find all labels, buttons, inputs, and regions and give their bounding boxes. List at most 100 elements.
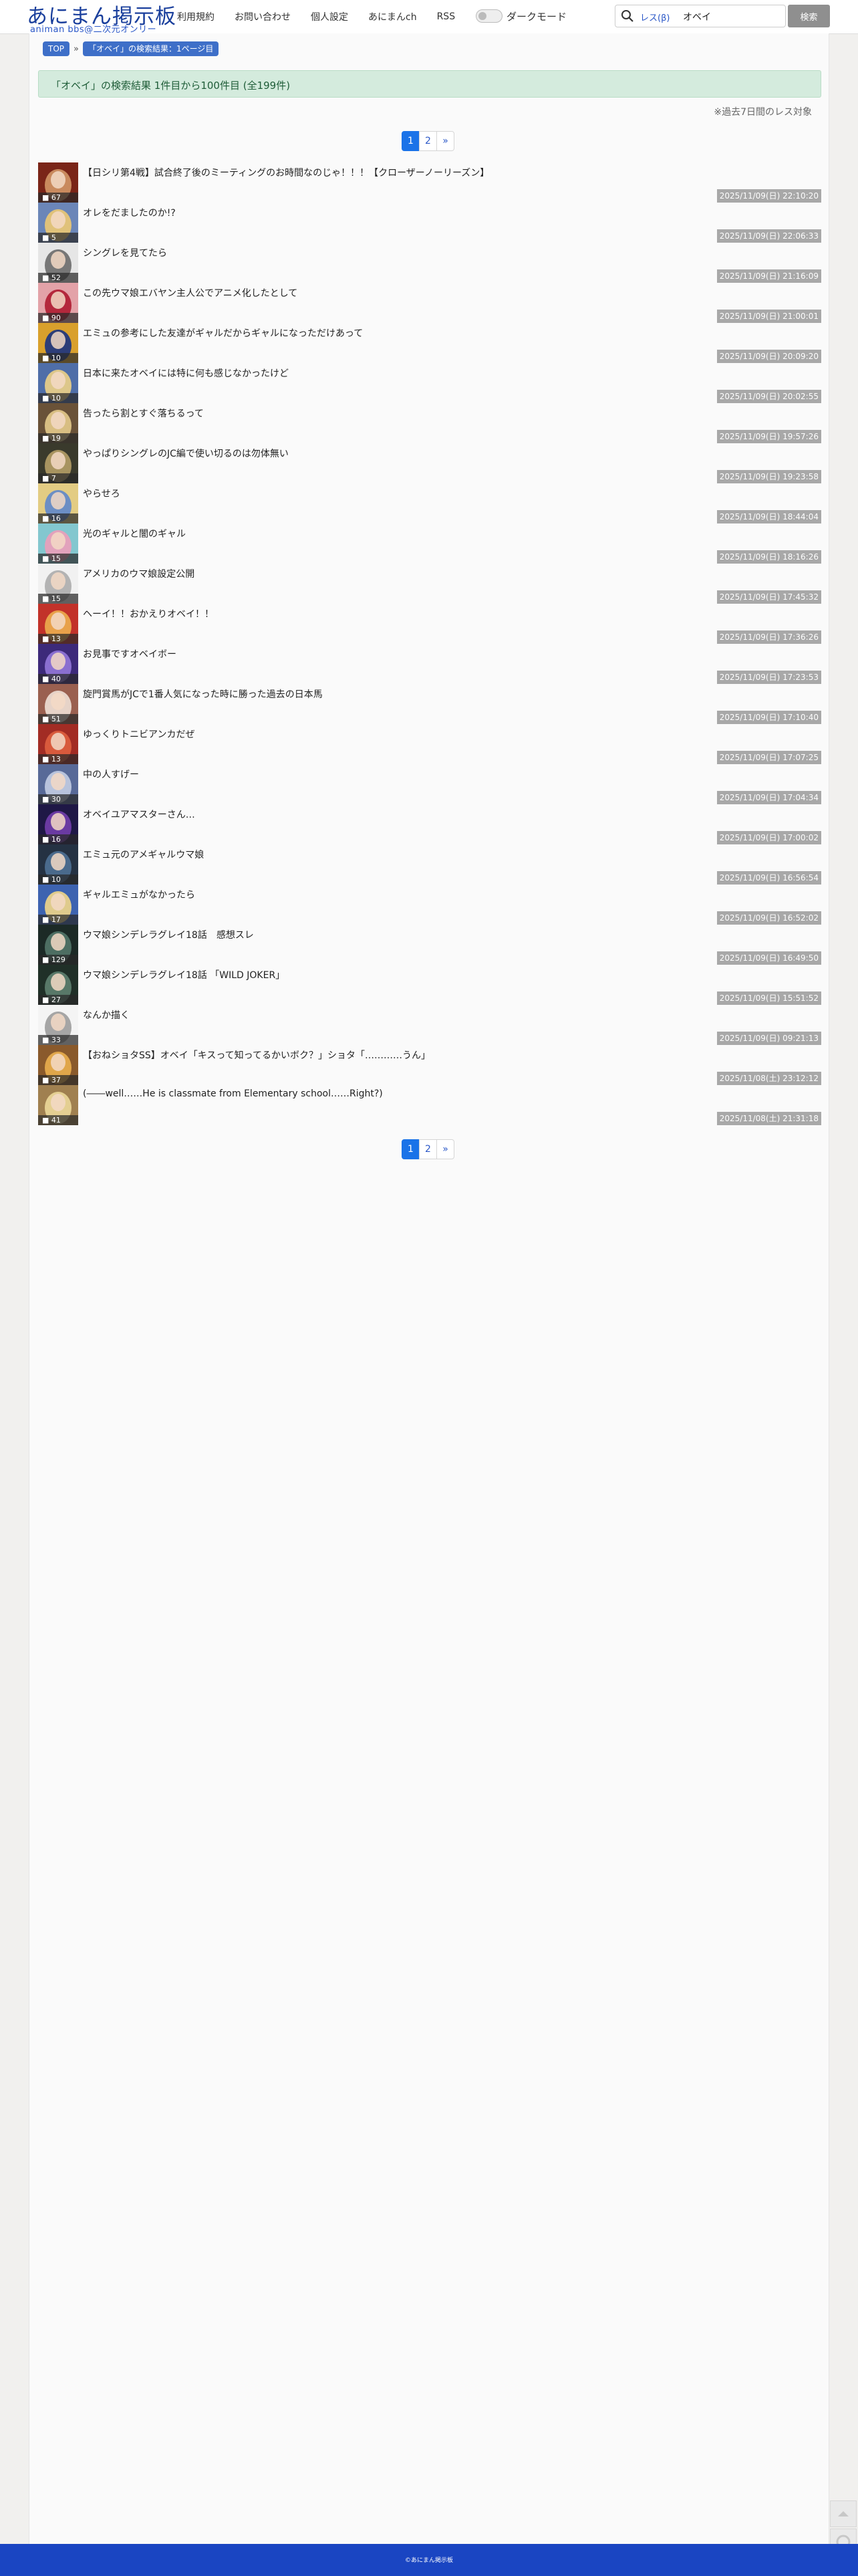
- reply-count: 33: [51, 1036, 61, 1044]
- nav-terms[interactable]: 利用規約: [177, 10, 214, 23]
- next-page-icon[interactable]: »: [436, 131, 454, 151]
- thread-title-link[interactable]: なんか描く: [83, 1008, 130, 1022]
- thread-title-link[interactable]: ヘーイ！！おかえりオベイ！！: [83, 607, 214, 620]
- thread-title-link[interactable]: お見事ですオベイボー: [83, 647, 176, 661]
- thread-thumbnail[interactable]: ■ 52: [38, 243, 78, 283]
- thread-thumbnail[interactable]: ■ 15: [38, 523, 78, 564]
- thread-thumbnail[interactable]: ■ 7: [38, 443, 78, 483]
- search-scope-select[interactable]: レス(β): [640, 11, 670, 23]
- thread-thumbnail[interactable]: ■ 33: [38, 1005, 78, 1045]
- thread-list: ■ 67 【日シリ第4戦】試合終了後のミーティングのお時間なのじゃ！！！【クローザ…: [38, 162, 821, 1125]
- thread-title-link[interactable]: ウマ娘シンデレラグレイ18話 感想スレ: [83, 928, 254, 941]
- reply-count: 15: [51, 554, 61, 563]
- thread-date: 2025/11/09(日) 17:04:34: [716, 791, 821, 804]
- comment-icon: ■: [42, 996, 51, 1004]
- thread-title-link[interactable]: やっぱりシングレのJC編で使い切るのは勿体無い: [83, 447, 289, 460]
- reply-count-badge: ■ 15: [38, 554, 78, 564]
- thread-title-link[interactable]: 日本に来たオベイには特に何も感じなかったけど: [83, 366, 289, 380]
- thread-thumbnail[interactable]: ■ 37: [38, 1045, 78, 1085]
- thread-date: 2025/11/09(日) 20:02:55: [716, 390, 821, 403]
- reply-count: 19: [51, 434, 61, 443]
- thread-thumbnail[interactable]: ■ 13: [38, 604, 78, 644]
- thread-date: 2025/11/09(日) 17:23:53: [716, 671, 821, 684]
- thread-row: ■ 40 お見事ですオベイボー 2025/11/09(日) 17:23:53: [38, 644, 821, 684]
- thread-title-link[interactable]: アメリカのウマ娘設定公開: [83, 567, 194, 580]
- thread-title-link[interactable]: オレをだましたのか!?: [83, 206, 176, 219]
- thread-title-link[interactable]: エミュの参考にした友達がギャルだからギャルになっただけあって: [83, 326, 363, 340]
- comment-icon: ■: [42, 955, 51, 964]
- thread-title-link[interactable]: オベイユアマスターさん…: [83, 808, 195, 821]
- thread-thumbnail[interactable]: ■ 16: [38, 483, 78, 523]
- comment-icon: ■: [42, 1116, 51, 1125]
- thread-thumbnail[interactable]: ■ 90: [38, 283, 78, 323]
- main-content: TOP » 「オベイ」の検索結果：1ページ目 「オベイ」の検索結果 1件目から1…: [29, 33, 829, 2544]
- thread-row: ■ 27 ウマ娘シンデレラグレイ18話 「WILD JOKER」 2025/11/0…: [38, 965, 821, 1005]
- thread-title-link[interactable]: この先ウマ娘エバヤン主人公でアニメ化したとして: [83, 286, 297, 300]
- thread-thumbnail[interactable]: ■ 40: [38, 644, 78, 684]
- page-2[interactable]: 2: [419, 1139, 437, 1159]
- reply-count-badge: ■ 33: [38, 1035, 78, 1045]
- thread-title-link[interactable]: やらせろ: [83, 487, 120, 500]
- thread-thumbnail[interactable]: ■ 30: [38, 764, 78, 804]
- comment-icon: ■: [42, 675, 51, 683]
- thread-date: 2025/11/09(日) 19:23:58: [716, 470, 821, 483]
- thread-title-link[interactable]: ウマ娘シンデレラグレイ18話 「WILD JOKER」: [83, 968, 285, 981]
- thread-thumbnail[interactable]: ■ 10: [38, 844, 78, 885]
- next-page-icon[interactable]: »: [436, 1139, 454, 1159]
- reply-count: 10: [51, 354, 61, 362]
- thread-title-link[interactable]: 中の人すげー: [83, 768, 139, 781]
- thread-thumbnail[interactable]: ■ 27: [38, 965, 78, 1005]
- reply-count-badge: ■ 7: [38, 473, 78, 483]
- nav-animanch[interactable]: あにまんch: [368, 10, 417, 23]
- breadcrumb-current[interactable]: 「オベイ」の検索結果：1ページ目: [82, 41, 219, 56]
- thread-title-link[interactable]: (――well……He is classmate from Elementary…: [83, 1088, 383, 1099]
- thread-date: 2025/11/08(土) 21:31:18: [716, 1112, 821, 1125]
- thread-row: ■ 51 旋門賞馬がJCで1番人気になった時に勝った過去の日本馬 2025/11/0…: [38, 684, 821, 724]
- thread-title-link[interactable]: 光のギャルと闇のギャル: [83, 527, 186, 540]
- toggle-knob: [478, 12, 486, 20]
- search-button[interactable]: 検索: [788, 5, 830, 27]
- thread-date: 2025/11/09(日) 09:21:13: [716, 1032, 821, 1045]
- nav-settings[interactable]: 個人設定: [311, 10, 348, 23]
- reply-count: 52: [51, 273, 61, 282]
- scroll-top-button[interactable]: [830, 2500, 857, 2527]
- page-2[interactable]: 2: [419, 131, 437, 151]
- thread-title-link[interactable]: ギャルエミュがなかったら: [83, 888, 195, 901]
- reply-count: 27: [51, 996, 61, 1004]
- main-nav: 利用規約 お問い合わせ 個人設定 あにまんch RSS: [177, 9, 475, 24]
- site-logo[interactable]: あにまん掲示板 animan bbs@二次元オンリー: [27, 1, 176, 35]
- search-input[interactable]: [682, 8, 784, 25]
- thread-title-link[interactable]: 旋門賞馬がJCで1番人気になった時に勝った過去の日本馬: [83, 687, 323, 701]
- thread-title-link[interactable]: 【おねショタSS】オベイ「キスって知ってるかいボク？」ショタ「…………うん」: [83, 1048, 430, 1062]
- breadcrumb-top[interactable]: TOP: [43, 41, 70, 56]
- nav-rss[interactable]: RSS: [437, 11, 456, 22]
- nav-contact[interactable]: お問い合わせ: [235, 10, 291, 23]
- thread-title-link[interactable]: 告ったら割とすぐ落ちるって: [83, 406, 204, 420]
- page-1[interactable]: 1: [402, 1139, 420, 1159]
- thread-thumbnail[interactable]: ■ 51: [38, 684, 78, 724]
- thread-thumbnail[interactable]: ■ 15: [38, 564, 78, 604]
- thread-row: ■ 16 オベイユアマスターさん… 2025/11/09(日) 17:00:02: [38, 804, 821, 844]
- thread-thumbnail[interactable]: ■ 17: [38, 885, 78, 925]
- thread-title-link[interactable]: 【日シリ第4戦】試合終了後のミーティングのお時間なのじゃ！！！【クローザーノーリ…: [83, 166, 489, 179]
- reply-count: 41: [51, 1116, 61, 1125]
- page-1[interactable]: 1: [402, 131, 420, 151]
- thread-thumbnail[interactable]: ■ 10: [38, 323, 78, 363]
- thread-title-link[interactable]: ゆっくりトニビアンカだぜ: [83, 727, 194, 741]
- thread-title-link[interactable]: エミュ元のアメギャルウマ娘: [83, 848, 204, 861]
- reply-count: 17: [51, 915, 61, 924]
- dark-mode-toggle[interactable]: [476, 9, 503, 23]
- thread-thumbnail[interactable]: ■ 19: [38, 403, 78, 443]
- thread-thumbnail[interactable]: ■ 16: [38, 804, 78, 844]
- thread-title-link[interactable]: シングレを見てたら: [83, 246, 167, 259]
- thread-row: ■ 16 やらせろ 2025/11/09(日) 18:44:04: [38, 483, 821, 523]
- reply-count: 67: [51, 193, 61, 202]
- reply-count: 37: [51, 1076, 61, 1084]
- thread-thumbnail[interactable]: ■ 41: [38, 1085, 78, 1125]
- thread-thumbnail[interactable]: ■ 5: [38, 203, 78, 243]
- comment-icon: ■: [42, 1076, 51, 1084]
- thread-thumbnail[interactable]: ■ 13: [38, 724, 78, 764]
- thread-thumbnail[interactable]: ■ 129: [38, 925, 78, 965]
- thread-thumbnail[interactable]: ■ 10: [38, 363, 78, 403]
- thread-thumbnail[interactable]: ■ 67: [38, 162, 78, 203]
